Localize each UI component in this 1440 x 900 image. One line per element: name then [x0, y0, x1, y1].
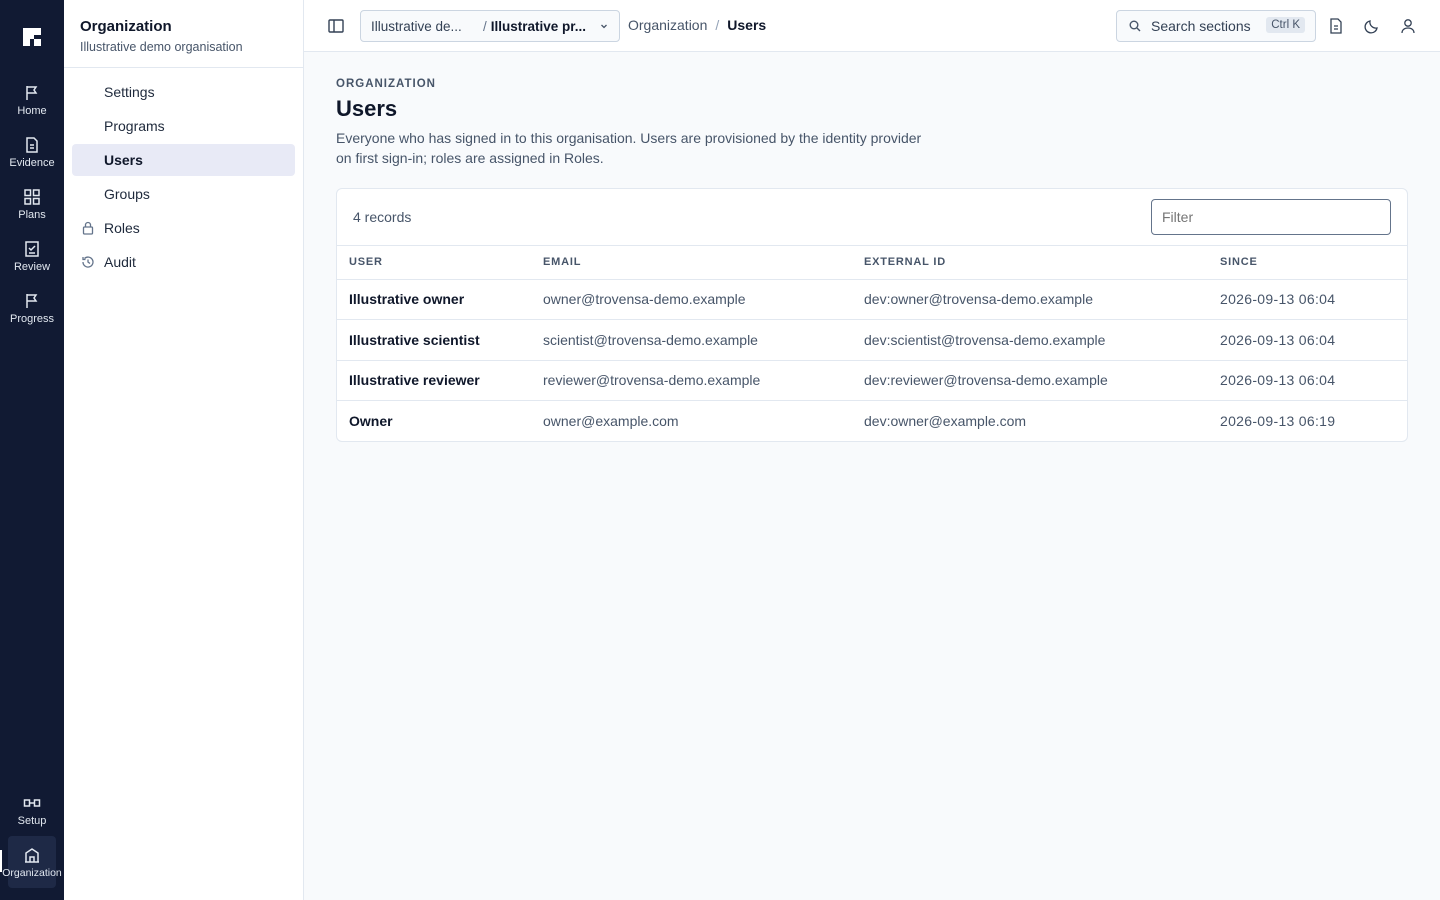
table-row[interactable]: Owner owner@example.com dev:owner@exampl… [337, 401, 1407, 442]
sidebar-item-programs[interactable]: Programs [72, 110, 295, 142]
table-row[interactable]: Illustrative scientist scientist@trovens… [337, 319, 1407, 361]
rail-item-plans[interactable]: Plans [0, 178, 64, 230]
sidebar-item-roles[interactable]: Roles [72, 212, 295, 244]
rail-bottom: Setup Organization [0, 784, 64, 888]
cell-user: Illustrative owner [337, 279, 531, 320]
card-header: 4 records [337, 189, 1407, 246]
cell-external-id: dev:owner@trovensa-demo.example [852, 279, 1208, 320]
page-title: Users [336, 96, 398, 121]
scope-program: Illustrative pr... [490, 18, 587, 34]
main-content: ORGANIZATION Users Everyone who has sign… [336, 52, 1408, 442]
scope-selector[interactable]: Illustrative de... / Illustrative pr... [360, 10, 620, 42]
cell-external-id: dev:owner@example.com [864, 413, 1027, 429]
breadcrumb: Organization / Users [628, 17, 766, 33]
cell-external-id: dev:reviewer@trovensa-demo.example [852, 360, 1208, 401]
rail-item-review[interactable]: Review [0, 230, 64, 282]
flag-icon [26, 85, 38, 100]
users-card: 4 records USER EMAIL EXTERNAL ID SINCE I… [336, 188, 1408, 442]
grid-icon [24, 188, 40, 205]
user-icon[interactable] [1399, 17, 1417, 35]
chevron-down-icon [601, 24, 607, 29]
breadcrumb-separator: / [715, 17, 720, 33]
rail-item-label: Review [13, 260, 51, 273]
cell-user: Illustrative scientist [337, 319, 531, 361]
column-header-since[interactable]: SINCE [1208, 246, 1407, 280]
cell-user: Owner [349, 413, 393, 429]
sidebar-nav: Settings Programs Users Groups Roles Aud… [64, 68, 303, 284]
column-header-user[interactable]: USER [337, 246, 531, 280]
rail-item-evidence[interactable]: Evidence [0, 126, 64, 178]
sidebar-header: Organization Illustrative demo organisat… [64, 0, 303, 68]
setup-icon [23, 798, 41, 807]
cell-user: Illustrative reviewer [337, 360, 531, 401]
sidebar-toggle-icon[interactable] [326, 16, 346, 36]
page-eyebrow: ORGANIZATION [336, 78, 436, 90]
rail-item-label: Evidence [9, 156, 55, 169]
sidebar-item-groups[interactable]: Groups [72, 178, 295, 210]
cell-email: owner@trovensa-demo.example [531, 279, 852, 320]
cell-email: owner@example.com [543, 413, 679, 429]
sidebar-item-label: Audit [104, 254, 136, 270]
scope-org: Illustrative de... [371, 18, 462, 34]
rail-item-label: Progress [9, 312, 55, 325]
active-indicator [0, 850, 2, 872]
sidebar-item-label: Roles [104, 220, 140, 236]
sidebar-item-audit[interactable]: Audit [72, 246, 295, 278]
table-row[interactable]: Illustrative reviewer reviewer@trovensa-… [337, 360, 1407, 401]
rail-item-label: Organization [2, 866, 62, 879]
lock-icon [82, 221, 94, 235]
rail-item-organization[interactable]: Organization [2, 836, 62, 888]
sidebar-title: Organization [80, 18, 172, 35]
cell-since: 2026-09-13 06:04 [1208, 279, 1407, 320]
page-description: Everyone who has signed in to this organ… [336, 130, 922, 166]
table-header-row: USER EMAIL EXTERNAL ID SINCE [337, 246, 1407, 280]
cell-since: 2026-09-13 06:19 [1220, 413, 1336, 429]
rail-item-label: Home [17, 104, 47, 117]
rail-item-label: Setup [17, 814, 47, 827]
top-bar: Illustrative de... / Illustrative pr... … [304, 0, 1440, 52]
scope-separator: / [483, 18, 487, 34]
breadcrumb-organization[interactable]: Organization [628, 17, 707, 33]
breadcrumb-current: Users [727, 17, 767, 33]
cell-external-id: dev:scientist@trovensa-demo.example [852, 319, 1208, 361]
search-sections-button[interactable]: Search sections Ctrl K [1116, 10, 1316, 42]
cell-since: 2026-09-13 06:04 [1208, 319, 1407, 361]
column-header-email[interactable]: EMAIL [531, 246, 852, 280]
filter-input[interactable] [1151, 199, 1391, 235]
rail-item-label: Plans [18, 208, 46, 221]
history-icon [82, 256, 94, 268]
search-icon [1129, 20, 1141, 32]
rail-nav: Home Evidence Plans Review Progress [0, 74, 64, 334]
users-table: USER EMAIL EXTERNAL ID SINCE Illustrativ… [337, 246, 1407, 441]
moon-icon[interactable] [1363, 17, 1381, 35]
section-sidebar: Organization Illustrative demo organisat… [64, 0, 304, 900]
document-icon[interactable] [1327, 17, 1345, 35]
checklist-icon [25, 240, 39, 257]
shortcut-badge: Ctrl K [1266, 17, 1305, 33]
record-count: 4 records [353, 209, 412, 225]
cell-email: scientist@trovensa-demo.example [531, 319, 852, 361]
table-row[interactable]: Illustrative owner owner@trovensa-demo.e… [337, 279, 1407, 320]
rail-item-home[interactable]: Home [0, 74, 64, 126]
app-logo-icon[interactable] [21, 26, 43, 48]
column-header-external-id[interactable]: EXTERNAL ID [852, 246, 1208, 280]
cell-since: 2026-09-13 06:04 [1208, 360, 1407, 401]
sidebar-subtitle: Illustrative demo organisation [80, 40, 243, 54]
sidebar-item-settings[interactable]: Settings [72, 76, 295, 108]
cell-email: reviewer@trovensa-demo.example [531, 360, 852, 401]
rail-item-progress[interactable]: Progress [0, 282, 64, 334]
document-icon [26, 136, 38, 153]
building-icon [25, 847, 39, 863]
search-label: Search sections [1151, 18, 1251, 34]
sidebar-item-users[interactable]: Users [72, 144, 295, 176]
flag-icon [26, 293, 38, 308]
app-rail: Home Evidence Plans Review Progress Setu… [0, 0, 64, 900]
rail-item-setup[interactable]: Setup [0, 784, 64, 836]
